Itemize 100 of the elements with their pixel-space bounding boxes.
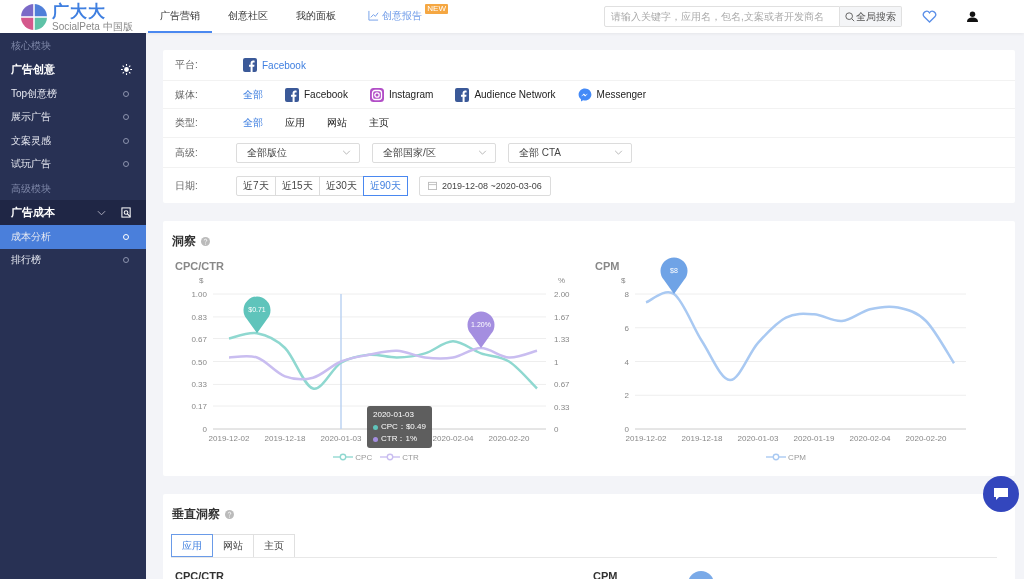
- axis-label: 0.67: [554, 380, 570, 389]
- menu-item-label: 试玩广告: [11, 157, 52, 172]
- search-button[interactable]: 全局搜索: [840, 6, 902, 27]
- tab[interactable]: 应用: [171, 534, 213, 557]
- legend-icon: [380, 453, 401, 461]
- axis-label: 0.83: [191, 312, 207, 322]
- user-icon[interactable]: [967, 11, 978, 22]
- menu-group[interactable]: 广告创意: [0, 57, 146, 82]
- nav-tab[interactable]: 我的面板: [284, 0, 348, 33]
- tooltip-text: CPC：$0.49: [381, 421, 426, 433]
- chart-icon: [368, 10, 379, 21]
- menu-group[interactable]: 广告成本: [0, 200, 146, 225]
- marker-pin: [243, 296, 271, 334]
- section-title: 核心模块: [10, 39, 52, 53]
- axis-label: 2020-02-04: [849, 434, 891, 443]
- axis-label: 0.33: [191, 380, 207, 390]
- filter-option[interactable]: Audience Network: [455, 87, 556, 102]
- filter-label: 高级:: [175, 145, 199, 160]
- chat-button[interactable]: [983, 476, 1019, 512]
- caret-icon: [478, 150, 487, 155]
- chart-title: CPM: [595, 259, 620, 274]
- tab[interactable]: 主页: [253, 534, 295, 557]
- instagram-icon: [369, 87, 384, 102]
- search-field[interactable]: 请输入关键字，应用名，包名,文案或者开发商名: [604, 6, 840, 27]
- caret-icon: [614, 150, 623, 155]
- range-button[interactable]: 近7天: [236, 175, 276, 196]
- menu-item-label: 展示广告: [11, 110, 52, 125]
- axis-unit: $: [199, 276, 204, 285]
- axis-label: 2020-02-20: [905, 434, 947, 443]
- menu-item[interactable]: 排行榜: [0, 248, 146, 272]
- filter-label: 平台:: [175, 58, 199, 72]
- axis-label: 1.67: [554, 312, 570, 322]
- section-heading: 垂直洞察: [172, 505, 220, 523]
- menu-item[interactable]: 成本分析: [0, 225, 146, 249]
- menu-item[interactable]: 试玩广告: [0, 152, 146, 176]
- axis-label: 1.33: [554, 335, 570, 344]
- axis-label: 1.00: [191, 290, 207, 299]
- marker-pin: [467, 311, 495, 348]
- nav-tab[interactable]: 创意社区: [216, 0, 280, 33]
- dropdown[interactable]: 全部版位: [236, 142, 360, 163]
- filter-option[interactable]: Facebook: [243, 58, 306, 72]
- filter-label: 类型:: [175, 116, 199, 130]
- axis-label: 0.33: [554, 402, 570, 412]
- axis-label: 2020-02-04: [432, 434, 474, 443]
- menu-item[interactable]: Top创意榜: [0, 82, 146, 106]
- range-button[interactable]: 近90天: [362, 175, 408, 196]
- help-icon[interactable]: [201, 236, 210, 246]
- axis-label: 0.17: [191, 402, 207, 412]
- axis-label: 0.50: [191, 357, 207, 367]
- axis-unit: %: [558, 276, 566, 285]
- axis-label: 1: [554, 357, 559, 367]
- menu-item[interactable]: 展示广告: [0, 105, 146, 129]
- axis-label: 2019-12-18: [264, 434, 306, 443]
- range-button[interactable]: 近15天: [274, 175, 320, 196]
- axis-label: 2020-01-03: [320, 434, 362, 443]
- legend-icon: [766, 453, 787, 461]
- filter-option[interactable]: Messenger: [577, 87, 646, 102]
- axis-label: 2: [624, 391, 629, 401]
- axis-label: 0.67: [191, 334, 207, 344]
- section-heading: 洞察: [172, 232, 196, 250]
- facebook-icon: [455, 87, 470, 102]
- search-document-icon: [121, 207, 132, 218]
- axis-label: 0: [624, 425, 629, 434]
- chat-icon: [993, 487, 1009, 501]
- legend-icon: [333, 453, 354, 461]
- axis-label: 0: [202, 425, 207, 434]
- menu-item-label: 成本分析: [11, 229, 52, 244]
- axis-label: 2.00: [554, 290, 570, 299]
- filter-option[interactable]: 应用: [285, 116, 305, 130]
- filter-option[interactable]: Facebook: [285, 87, 348, 102]
- date-range-field[interactable]: 2019-12-08 ~2020-03-06: [418, 175, 551, 196]
- axis-label: 8: [624, 290, 629, 299]
- axis-label: 2019-12-18: [681, 434, 723, 443]
- dropdown[interactable]: 全部 CTA: [508, 142, 632, 163]
- marker-pin: [660, 257, 688, 294]
- axis-label: 6: [624, 323, 629, 333]
- menu-item[interactable]: 文案灵感: [0, 129, 146, 153]
- filter-option[interactable]: 主页: [369, 116, 389, 130]
- filter-option[interactable]: 网站: [327, 116, 347, 130]
- axis-label: 2020-01-03: [737, 434, 779, 443]
- dropdown[interactable]: 全部国家/区: [372, 142, 496, 163]
- nav-tab[interactable]: 广告营销: [148, 0, 212, 33]
- chart-title: CPC/CTR: [175, 259, 224, 274]
- tooltip-title: 2020-01-03: [373, 409, 415, 421]
- help-icon[interactable]: [225, 509, 234, 519]
- filter-option[interactable]: Instagram: [369, 87, 434, 102]
- axis-label: 2019-12-02: [208, 434, 250, 443]
- filter-option[interactable]: 全部: [243, 116, 263, 130]
- section-title: 高级模块: [10, 182, 52, 196]
- facebook-icon: [243, 58, 257, 72]
- menu-item-label: 文案灵感: [11, 133, 52, 148]
- menu-item-label: Top创意榜: [11, 86, 59, 101]
- filter-option[interactable]: 全部: [243, 87, 263, 102]
- caret-icon: [342, 150, 351, 155]
- messenger-icon: [577, 87, 592, 102]
- heart-icon[interactable]: [922, 10, 937, 23]
- logo-subtitle: SocialPeta 中国版: [52, 20, 133, 32]
- logo-name: 广大大: [52, 1, 107, 21]
- range-button[interactable]: 近30天: [318, 175, 364, 196]
- axis-label: 2020-01-19: [793, 434, 835, 443]
